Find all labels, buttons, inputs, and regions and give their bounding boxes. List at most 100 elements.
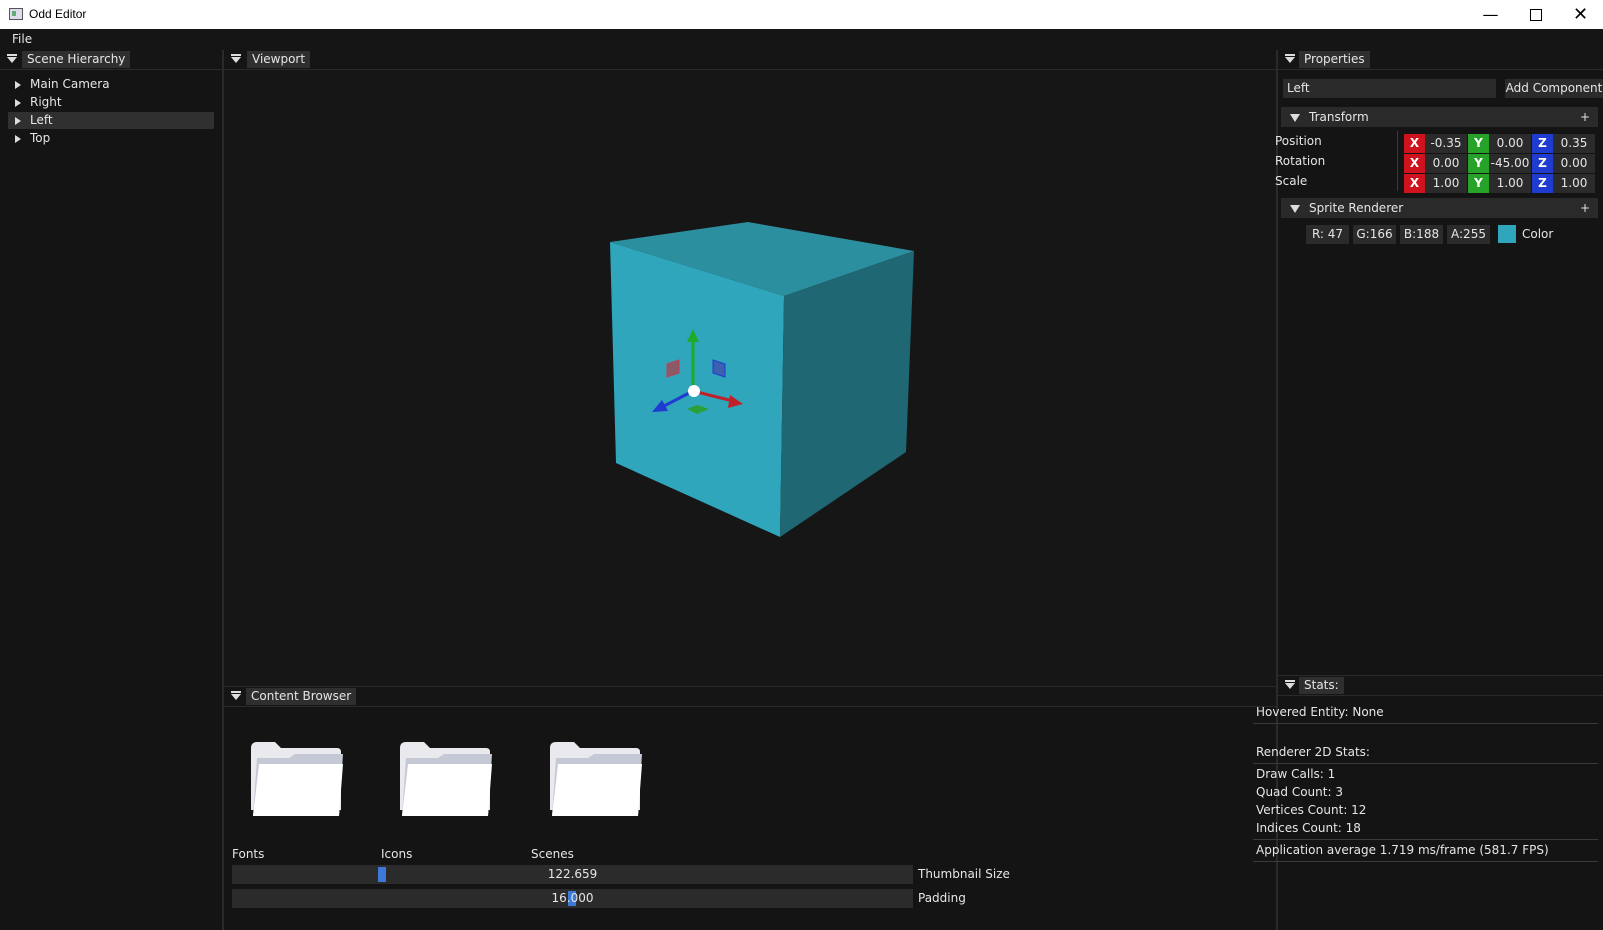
properties-tabbar: Properties (1278, 50, 1603, 70)
sprite-renderer-header[interactable]: Sprite Renderer + (1281, 198, 1598, 218)
sprite-renderer-title: Sprite Renderer (1309, 201, 1404, 215)
transform-title: Transform (1309, 110, 1369, 124)
folder-label: Scenes (531, 847, 574, 861)
content-browser-tabbar: Content Browser (224, 687, 1276, 707)
viewport-panel: Viewport (224, 50, 1276, 686)
transform-header[interactable]: Transform + (1281, 107, 1598, 127)
tab-viewport[interactable]: Viewport (247, 51, 311, 68)
app-average-text: Application average 1.719 ms/frame (581.… (1256, 843, 1549, 857)
scene-render (610, 222, 914, 537)
tree-item-main-camera[interactable]: Main Camera (8, 76, 214, 93)
folder-scenes-icon[interactable] (548, 740, 643, 818)
scale-z-button[interactable]: Z (1532, 174, 1553, 193)
position-y-button[interactable]: Y (1468, 134, 1489, 153)
tab-stats[interactable]: Stats: (1299, 677, 1344, 694)
hovered-entity-text: Hovered Entity: None (1256, 705, 1384, 719)
viewport-tab-menu-icon[interactable] (231, 54, 241, 63)
menu-file[interactable]: File (12, 32, 32, 46)
scale-z-field[interactable]: 1.00 (1553, 174, 1595, 193)
viewport-tabbar: Viewport (224, 50, 1276, 70)
content-tab-menu-icon[interactable] (231, 691, 241, 700)
expand-arrow-icon[interactable] (15, 135, 21, 143)
close-icon[interactable]: ✕ (1558, 0, 1603, 29)
tree-item-top[interactable]: Top (8, 130, 214, 147)
add-component-button[interactable]: Add Component (1505, 79, 1603, 98)
renderer-stats-title: Renderer 2D Stats: (1256, 745, 1370, 759)
collapse-triangle-icon[interactable] (1290, 205, 1300, 213)
scale-x-field[interactable]: 1.00 (1425, 174, 1467, 193)
rotation-z-button[interactable]: Z (1532, 154, 1553, 173)
scale-x-button[interactable]: X (1404, 174, 1425, 193)
folder-label: Icons (381, 847, 413, 861)
scene-hierarchy-panel: Scene Hierarchy (0, 50, 222, 930)
rotation-label: Rotation (1275, 154, 1326, 168)
properties-tab-menu-icon[interactable] (1285, 54, 1295, 63)
color-swatch[interactable] (1498, 225, 1516, 243)
padding-label: Padding (918, 891, 966, 905)
rotation-y-button[interactable]: Y (1468, 154, 1489, 173)
folder-label: Fonts (232, 847, 265, 861)
position-z-button[interactable]: Z (1532, 134, 1553, 153)
viewport-canvas[interactable] (224, 70, 1276, 686)
rotation-y-field[interactable]: -45.00 (1489, 154, 1531, 173)
stats-tabbar: Stats: (1278, 676, 1603, 696)
cube-right-face (780, 251, 914, 537)
color-b-field[interactable]: B:188 (1400, 225, 1443, 244)
tree-item-label: Main Camera (30, 77, 110, 91)
vertices-count-text: Vertices Count: 12 (1256, 803, 1367, 817)
position-x-field[interactable]: -0.35 (1425, 134, 1467, 153)
divider (1253, 723, 1598, 724)
app-icon (9, 8, 23, 20)
scale-label: Scale (1275, 174, 1308, 188)
position-x-button[interactable]: X (1404, 134, 1425, 153)
divider (1253, 839, 1598, 840)
padding-value: 16.000 (551, 891, 594, 905)
quad-count-text: Quad Count: 3 (1256, 785, 1343, 799)
thumbnail-size-slider[interactable]: 122.659 (232, 865, 913, 884)
window-title: Odd Editor (29, 7, 87, 21)
menu-bar: File (0, 29, 1603, 50)
window-titlebar: Odd Editor — ✕ (0, 0, 1603, 29)
column-divider (1397, 131, 1398, 191)
scale-y-button[interactable]: Y (1468, 174, 1489, 193)
color-label: Color (1522, 227, 1554, 241)
tree-item-label: Top (30, 131, 51, 145)
rotation-z-field[interactable]: 0.00 (1553, 154, 1595, 173)
color-r-field[interactable]: R: 47 (1306, 225, 1349, 244)
divider (1253, 763, 1598, 764)
minimize-icon[interactable]: — (1468, 0, 1513, 29)
scale-y-field[interactable]: 1.00 (1489, 174, 1531, 193)
position-y-field[interactable]: 0.00 (1489, 134, 1531, 153)
maximize-icon[interactable] (1513, 0, 1558, 29)
color-g-field[interactable]: G:166 (1353, 225, 1396, 244)
stats-tab-menu-icon[interactable] (1285, 680, 1295, 689)
rotation-x-field[interactable]: 0.00 (1425, 154, 1467, 173)
divider (1253, 861, 1598, 862)
color-a-field[interactable]: A:255 (1447, 225, 1490, 244)
rotation-x-button[interactable]: X (1404, 154, 1425, 173)
expand-arrow-icon[interactable] (15, 117, 21, 125)
collapse-triangle-icon[interactable] (1290, 114, 1300, 122)
tab-content-browser[interactable]: Content Browser (246, 688, 357, 705)
thumbnail-size-label: Thumbnail Size (918, 867, 1010, 881)
sprite-renderer-settings-button[interactable]: + (1580, 198, 1590, 218)
draw-calls-text: Draw Calls: 1 (1256, 767, 1336, 781)
transform-settings-button[interactable]: + (1580, 107, 1590, 127)
padding-slider[interactable]: 16.000 (232, 889, 913, 908)
thumbnail-size-value: 122.659 (547, 867, 598, 881)
folder-fonts-icon[interactable] (249, 740, 344, 818)
tree-item-right[interactable]: Right (8, 94, 214, 111)
tab-scene-hierarchy[interactable]: Scene Hierarchy (22, 51, 131, 68)
position-label: Position (1275, 134, 1322, 148)
tree-item-label: Left (30, 113, 53, 127)
tree-item-left[interactable]: Left (8, 112, 214, 129)
position-z-field[interactable]: 0.35 (1553, 134, 1595, 153)
hierarchy-tab-menu-icon[interactable] (7, 54, 17, 63)
expand-arrow-icon[interactable] (15, 99, 21, 107)
entity-name-input[interactable]: Left (1283, 79, 1496, 98)
hierarchy-tabbar: Scene Hierarchy (0, 50, 222, 70)
tab-properties[interactable]: Properties (1299, 51, 1370, 68)
folder-icons-icon[interactable] (398, 740, 493, 818)
indices-count-text: Indices Count: 18 (1256, 821, 1361, 835)
expand-arrow-icon[interactable] (15, 81, 21, 89)
